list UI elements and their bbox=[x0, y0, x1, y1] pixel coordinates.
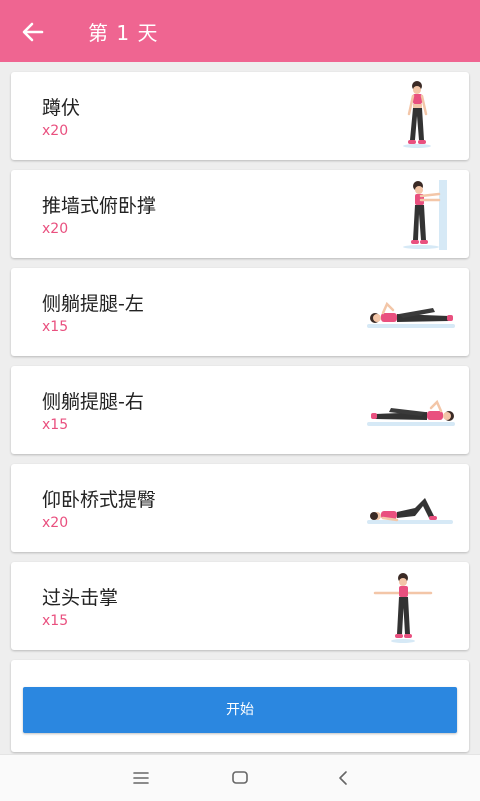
exercise-name: 过头击掌 bbox=[42, 587, 119, 609]
exercise-reps: x15 bbox=[42, 613, 69, 629]
exercise-card-squat[interactable]: 蹲伏 x20 bbox=[11, 72, 469, 160]
exercise-name: 仰卧桥式提臀 bbox=[42, 489, 157, 511]
wall-pushup-illustration bbox=[403, 180, 447, 250]
system-nav-bar bbox=[0, 754, 480, 801]
overhead-clap-illustration bbox=[373, 573, 433, 643]
exercise-name: 侧躺提腿-右 bbox=[42, 391, 144, 413]
exercise-card-side-leg-lift-left[interactable]: 侧躺提腿-左 x15 bbox=[11, 268, 469, 356]
exercise-name: 蹲伏 bbox=[42, 97, 81, 119]
glute-bridge-illustration bbox=[367, 498, 453, 524]
side-leg-lift-right-illustration bbox=[367, 399, 455, 426]
back-icon[interactable] bbox=[331, 767, 355, 789]
exercise-card-wall-pushup[interactable]: 推墙式俯卧撑 x20 bbox=[11, 170, 469, 258]
app-bar: 第 1 天 bbox=[0, 0, 480, 62]
menu-icon[interactable] bbox=[129, 767, 153, 789]
exercise-reps: x20 bbox=[42, 123, 69, 139]
home-icon[interactable] bbox=[228, 767, 252, 789]
arrow-left-icon[interactable] bbox=[20, 19, 46, 45]
squat-illustration bbox=[403, 81, 431, 148]
exercise-name: 侧躺提腿-左 bbox=[42, 293, 144, 315]
side-leg-lift-left-illustration bbox=[367, 301, 455, 328]
exercise-name: 推墙式俯卧撑 bbox=[42, 195, 157, 217]
exercise-card-glute-bridge[interactable]: 仰卧桥式提臀 x20 bbox=[11, 464, 469, 552]
exercise-reps: x20 bbox=[42, 515, 69, 531]
start-button[interactable]: 开始 bbox=[23, 687, 457, 733]
exercise-card-overhead-clap[interactable]: 过头击掌 x15 bbox=[11, 562, 469, 650]
exercise-reps: x15 bbox=[42, 319, 69, 335]
exercise-reps: x20 bbox=[42, 221, 69, 237]
page-title: 第 1 天 bbox=[88, 21, 159, 45]
exercise-reps: x15 bbox=[42, 417, 69, 433]
exercise-card-side-leg-lift-right[interactable]: 侧躺提腿-右 x15 bbox=[11, 366, 469, 454]
start-panel: 开始 bbox=[11, 660, 469, 752]
